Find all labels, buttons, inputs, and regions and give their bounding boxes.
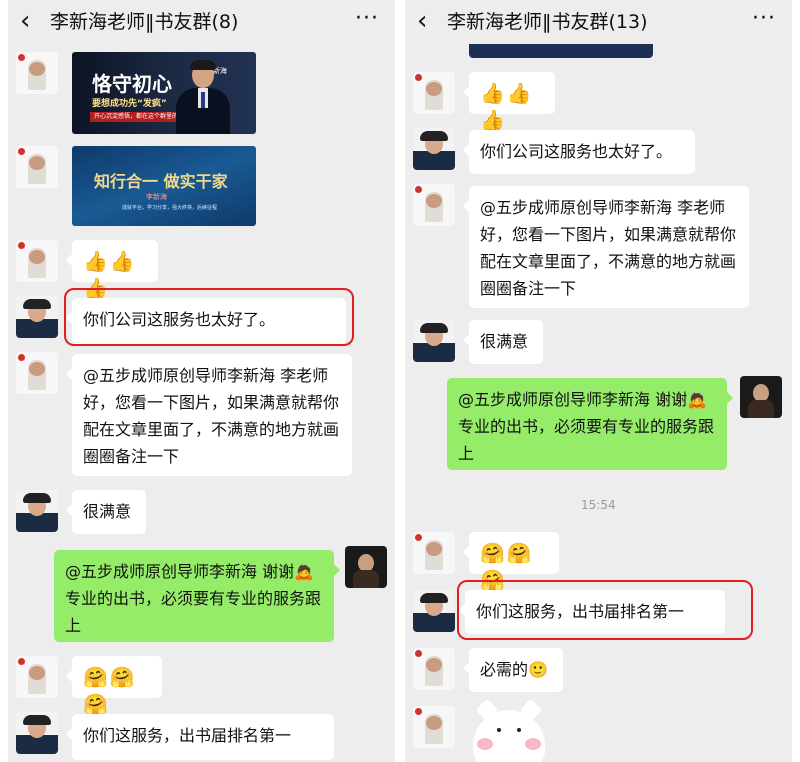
avatar[interactable]: [413, 532, 455, 574]
message-bubble[interactable]: 必需的🙂: [463, 648, 563, 692]
message-bubble[interactable]: 很满意: [463, 320, 543, 364]
poster-subline: 要想成功先“发疯”: [92, 99, 167, 109]
highlight-box: [64, 288, 354, 346]
chat-title: 李新海老师‖书友群(13): [447, 11, 648, 33]
poster-person-photo: [176, 60, 230, 134]
avatar[interactable]: [16, 712, 58, 754]
message-bubble[interactable]: 🤗🤗🤗: [66, 656, 162, 716]
chat-panel-right: ‹ 李新海老师‖书友群(13) ··· 👍👍👍 你们公司这服务也太好了。 @五步…: [405, 0, 792, 762]
pig-sticker-icon[interactable]: [473, 698, 545, 762]
poster-headline: 知行合一 做实干家: [94, 172, 228, 191]
image-message-poster[interactable]: 知行合一 做实干家 李新海 成就平台，学习分享，强大终将，后续征程: [72, 146, 256, 226]
chat-header: ‹ 李新海老师‖书友群(8) ···: [8, 0, 395, 44]
more-options-icon[interactable]: ···: [355, 6, 379, 31]
back-arrow-icon[interactable]: ‹: [20, 8, 44, 36]
poster-headline: 恪守初心: [92, 72, 172, 96]
message-bubble[interactable]: @五步成师原创导师李新海 李老师好，您看一下图片，如果满意就帮你配在文章里面了，…: [463, 186, 749, 308]
image-message-poster[interactable]: 恪守初心 要想成功先“发疯” 开心沉淀感悟，都在这个群里的成长的逐梦 李新海: [72, 52, 256, 134]
avatar-self[interactable]: [740, 376, 782, 418]
avatar[interactable]: [16, 240, 58, 282]
avatar[interactable]: [413, 648, 455, 690]
message-bubble[interactable]: 你们公司这服务也太好了。: [463, 130, 695, 174]
more-options-icon[interactable]: ···: [752, 6, 776, 31]
message-bubble[interactable]: 🤗🤗🤗: [463, 532, 559, 592]
message-bubble[interactable]: 很满意: [66, 490, 146, 534]
avatar-self[interactable]: [345, 546, 387, 588]
chat-panel-left: ‹ 李新海老师‖书友群(8) ··· 恪守初心 要想成功先“发疯” 开心沉淀感悟…: [8, 0, 395, 762]
chat-title: 李新海老师‖书友群(8): [50, 11, 239, 33]
message-bubble[interactable]: 👍👍👍: [66, 240, 158, 300]
message-bubble[interactable]: 👍👍👍: [463, 72, 555, 132]
highlight-box: [457, 580, 753, 640]
poster-name: 李新海: [146, 193, 167, 201]
avatar[interactable]: [16, 490, 58, 532]
message-bubble[interactable]: @五步成师原创导师李新海 李老师好，您看一下图片，如果满意就帮你配在文章里面了，…: [66, 354, 352, 476]
timestamp: 15:54: [581, 498, 616, 512]
avatar[interactable]: [16, 296, 58, 338]
message-bubble-self[interactable]: @五步成师原创导师李新海 谢谢🙇 专业的出书，必须要有专业的服务跟上: [447, 378, 733, 470]
avatar[interactable]: [413, 128, 455, 170]
avatar[interactable]: [413, 320, 455, 362]
image-message-partial[interactable]: [469, 44, 653, 58]
avatar[interactable]: [16, 52, 58, 94]
poster-caption: 成就平台，学习分享，强大终将，后续征程: [122, 205, 218, 211]
avatar[interactable]: [413, 590, 455, 632]
avatar[interactable]: [16, 352, 58, 394]
avatar[interactable]: [16, 146, 58, 188]
avatar[interactable]: [16, 656, 58, 698]
message-bubble-self[interactable]: @五步成师原创导师李新海 谢谢🙇 专业的出书，必须要有专业的服务跟上: [54, 550, 340, 642]
avatar[interactable]: [413, 706, 455, 748]
avatar[interactable]: [413, 72, 455, 114]
avatar[interactable]: [413, 184, 455, 226]
message-bubble[interactable]: 你们这服务，出书届排名第一: [66, 714, 334, 760]
back-arrow-icon[interactable]: ‹: [417, 8, 441, 36]
chat-header: ‹ 李新海老师‖书友群(13) ···: [405, 0, 792, 44]
